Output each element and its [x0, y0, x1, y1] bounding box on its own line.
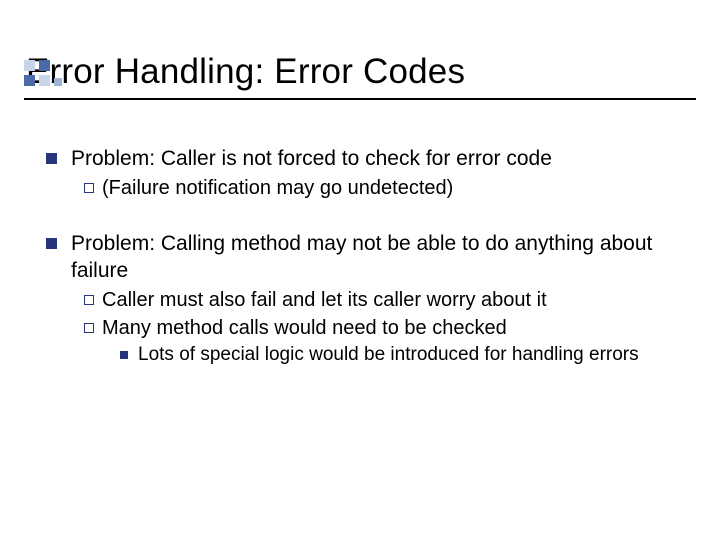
filled-square-bullet-icon — [46, 153, 57, 164]
list-item: Problem: Caller is not forced to check f… — [46, 146, 680, 173]
slide-body: Problem: Caller is not forced to check f… — [46, 146, 680, 368]
bullet-text: Problem: Caller is not forced to check f… — [71, 146, 552, 173]
list-item: (Failure notification may go undetected) — [84, 176, 680, 202]
filled-square-bullet-icon — [46, 238, 57, 249]
bullet-text: (Failure notification may go undetected) — [102, 176, 453, 202]
list-item: Lots of special logic would be introduce… — [120, 343, 680, 367]
hollow-square-bullet-icon — [84, 323, 94, 333]
bullet-text: Lots of special logic would be introduce… — [138, 343, 639, 367]
corner-decoration — [0, 52, 62, 90]
hollow-square-bullet-icon — [84, 183, 94, 193]
bullet-text: Many method calls would need to be check… — [102, 316, 507, 342]
filled-square-bullet-icon — [120, 351, 128, 359]
list-item: Many method calls would need to be check… — [84, 316, 680, 342]
list-item: Caller must also fail and let its caller… — [84, 288, 680, 314]
bullet-text: Caller must also fail and let its caller… — [102, 288, 547, 314]
slide-title: Error Handling: Error Codes — [26, 52, 720, 92]
hollow-square-bullet-icon — [84, 295, 94, 305]
bullet-text: Problem: Calling method may not be able … — [71, 231, 680, 285]
list-item: Problem: Calling method may not be able … — [46, 231, 680, 285]
title-underline — [24, 98, 696, 100]
